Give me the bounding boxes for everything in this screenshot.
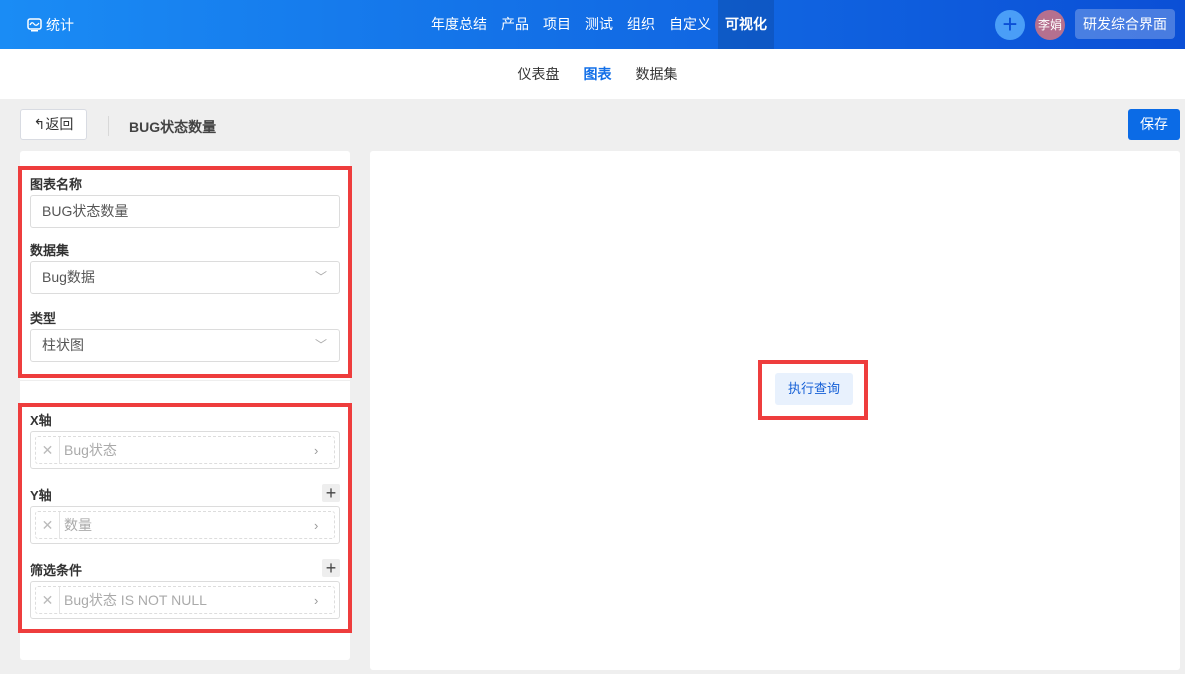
filter-label: 筛选条件 [30, 563, 83, 578]
add-y-axis-button[interactable]: + [322, 484, 340, 502]
main-nav: 年度总结 产品 项目 测试 组织 自定义 可视化 [424, 0, 774, 49]
sub-nav: 仪表盘 图表 数据集 [0, 49, 1185, 99]
x-axis-value: Bug状态 [64, 442, 117, 458]
tab-dashboard[interactable]: 仪表盘 [518, 49, 560, 99]
top-bar: 统计 年度总结 产品 项目 测试 组织 自定义 可视化 + 李娟 研发综合界面 [0, 0, 1185, 49]
brand[interactable]: 统计 [27, 15, 74, 35]
page-title: BUG状态数量 [129, 119, 217, 135]
nav-test[interactable]: 测试 [578, 0, 620, 49]
chevron-down-icon: ﹀ [314, 338, 327, 352]
remove-icon[interactable]: ✕ [36, 587, 60, 613]
tab-dataset[interactable]: 数据集 [636, 49, 678, 99]
monitor-icon [27, 18, 42, 32]
nav-project[interactable]: 项目 [536, 0, 578, 49]
remove-icon[interactable]: ✕ [36, 437, 60, 463]
divider [20, 380, 350, 381]
x-axis-label: X轴 [30, 413, 52, 428]
filter-value: Bug状态 IS NOT NULL [64, 592, 207, 608]
nav-organization[interactable]: 组织 [620, 0, 662, 49]
type-select[interactable]: 柱状图 ﹀ [30, 329, 340, 362]
back-button[interactable]: ↰返回 [20, 109, 87, 140]
type-value: 柱状图 [42, 337, 84, 353]
filter-field[interactable]: ✕ Bug状态 IS NOT NULL › [30, 581, 340, 619]
dataset-value: Bug数据 [42, 269, 95, 285]
add-icon[interactable]: + [995, 10, 1025, 40]
dataset-label: 数据集 [30, 243, 70, 258]
chevron-right-icon[interactable]: › [314, 593, 334, 608]
tab-chart[interactable]: 图表 [584, 49, 612, 99]
dataset-select[interactable]: Bug数据 ﹀ [30, 261, 340, 294]
y-axis-field[interactable]: ✕ 数量 › [30, 506, 340, 544]
chart-preview-area [370, 151, 1180, 670]
back-arrow-icon: ↰ [33, 116, 46, 132]
chevron-right-icon[interactable]: › [314, 518, 334, 533]
brand-label: 统计 [46, 17, 74, 33]
chevron-down-icon: ﹀ [314, 270, 327, 284]
y-axis-value: 数量 [64, 517, 92, 533]
nav-product[interactable]: 产品 [494, 0, 536, 49]
x-axis-field[interactable]: ✕ Bug状态 › [30, 431, 340, 469]
back-label: 返回 [45, 116, 74, 132]
nav-visualization[interactable]: 可视化 [718, 0, 774, 49]
type-label: 类型 [30, 311, 57, 326]
remove-icon[interactable]: ✕ [36, 512, 60, 538]
y-axis-label: Y轴 [30, 488, 52, 503]
nav-annual-summary[interactable]: 年度总结 [424, 0, 494, 49]
nav-custom[interactable]: 自定义 [662, 0, 718, 49]
save-button[interactable]: 保存 [1128, 109, 1180, 140]
divider [108, 116, 109, 136]
chevron-right-icon[interactable]: › [314, 443, 334, 458]
add-filter-button[interactable]: + [322, 559, 340, 577]
chart-name-label: 图表名称 [30, 177, 83, 192]
chart-name-input[interactable]: BUG状态数量 [30, 195, 340, 228]
workspace-switcher[interactable]: 研发综合界面 [1075, 9, 1175, 39]
run-query-button[interactable]: 执行查询 [775, 373, 853, 405]
avatar[interactable]: 李娟 [1035, 10, 1065, 40]
